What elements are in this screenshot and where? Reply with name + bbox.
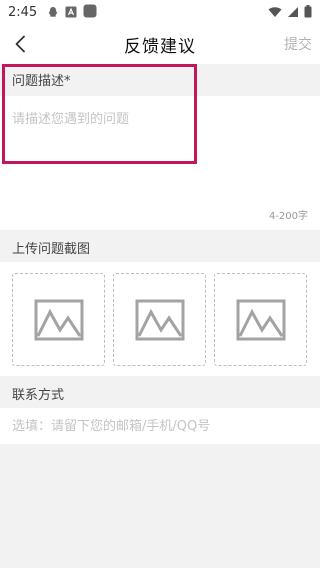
image-placeholder-icon [135,299,184,340]
submit-button[interactable]: 提交 [284,34,312,54]
image-placeholder-icon [236,299,285,340]
app-square-icon [83,3,97,22]
contact-header: 联系方式 [0,378,320,408]
qq-icon [47,3,59,22]
contact-field [0,408,320,444]
status-time: 2:45 [8,4,38,20]
upload-header: 上传问题截图 [0,232,320,262]
description-placeholder: 请描述您遇到的问题 [12,112,130,127]
back-button[interactable] [6,30,34,58]
page-title: 反馈建议 [124,36,196,57]
upload-slot-2[interactable] [113,273,206,366]
wifi-icon [268,3,282,22]
upload-slot-1[interactable] [12,273,105,366]
image-placeholder-icon [34,299,83,340]
app-a-icon [65,3,77,22]
description-input[interactable]: 请描述您遇到的问题 4-200字 [0,96,320,230]
nav-bar: 反馈建议 提交 [0,24,320,64]
system-status-icons [268,3,312,22]
upload-slot-3[interactable] [214,273,307,366]
battery-icon [304,3,312,22]
chevron-left-icon [15,35,25,53]
notification-icons [47,3,97,22]
status-bar: 2:45 [0,0,320,24]
description-header: 问题描述* [0,64,320,94]
signal-icon [287,3,299,22]
contact-input[interactable] [12,418,302,434]
upload-area [0,262,320,376]
char-count-hint: 4-200字 [268,211,308,222]
